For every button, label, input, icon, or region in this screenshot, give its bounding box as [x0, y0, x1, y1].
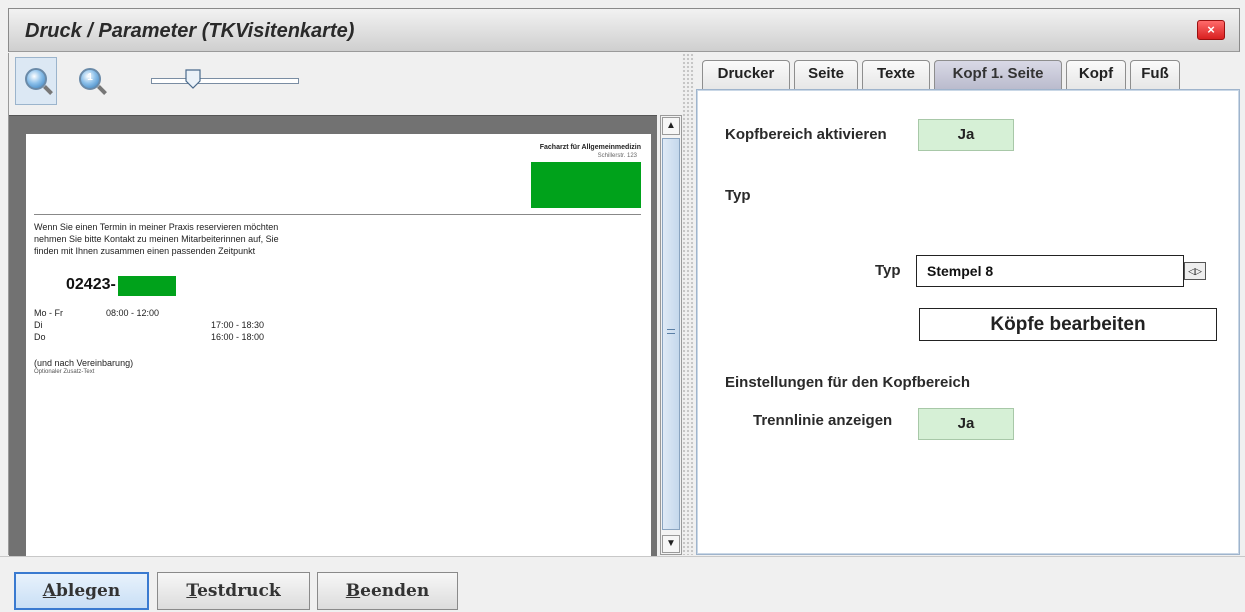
testdruck-label: estdruck [197, 581, 281, 601]
tab-panel-kopf-1-seite: Kopfbereich aktivieren Ja Typ Typ Stempe… [696, 89, 1240, 555]
tab-kopf-1-seite[interactable]: Kopf 1. Seite [934, 60, 1062, 90]
hours-row-pm: 17:00 - 18:30 [211, 320, 265, 330]
kopfbereich-toggle[interactable]: Ja [918, 119, 1014, 151]
preview-body-line: Wenn Sie einen Termin in meiner Praxis r… [34, 222, 279, 232]
preview-footer-small: Optionaler Zusatz-Text [34, 369, 95, 375]
typ-section-heading: Typ [725, 187, 751, 204]
preview-header-subtitle: Schillerstr. 123 [597, 153, 637, 159]
preview-footer-note: (und nach Vereinbarung) [34, 358, 134, 368]
trennlinie-toggle[interactable]: Ja [918, 408, 1014, 440]
tab-texte[interactable]: Texte [862, 60, 930, 90]
tab-seite[interactable]: Seite [794, 60, 858, 90]
trennlinie-label: Trennlinie anzeigen [753, 412, 893, 429]
phone-placeholder [118, 276, 176, 296]
zoom-100-glyph: 1 [87, 72, 93, 83]
split-pane-divider[interactable] [682, 53, 694, 555]
einstellungen-heading: Einstellungen für den Kopfbereich [725, 374, 971, 391]
preview-body-line: finden mit Ihnen zusammen einen passende… [34, 246, 256, 256]
tab-fuss[interactable]: Fuß [1130, 60, 1180, 90]
hours-row-day: Mo - Fr [34, 308, 63, 318]
zoom-slider-track[interactable] [151, 78, 299, 84]
scroll-thumb[interactable] [662, 138, 680, 530]
typ-field[interactable]: Stempel 8 [916, 255, 1184, 287]
header-rule [34, 214, 641, 215]
preview-header-title: Facharzt für Allgemeinmedizin [539, 144, 641, 151]
logo-placeholder [531, 162, 641, 208]
zoom-slider-thumb[interactable] [185, 69, 201, 89]
close-button[interactable]: × [1197, 20, 1225, 40]
ablegen-label: blegen [55, 581, 121, 601]
preview-pane: 1 Facharzt für Allgemeinmedizin Schiller… [8, 53, 682, 557]
zoom-100-button[interactable]: 1 [69, 57, 111, 105]
window-title: Druck / Parameter (TKVisitenkarte) [25, 20, 355, 42]
title-bar[interactable]: Druck / Parameter (TKVisitenkarte) × [8, 8, 1240, 52]
scroll-up-button[interactable]: ▲ [662, 117, 680, 135]
preview-phone: 02423- [66, 276, 116, 293]
hours-row-day: Di [34, 320, 43, 330]
kopfbereich-label: Kopfbereich aktivieren [725, 126, 887, 143]
testdruck-mnemonic: T [186, 581, 198, 601]
preview-scrollbar[interactable]: ▲ ▼ [660, 115, 682, 555]
tab-kopf[interactable]: Kopf [1066, 60, 1126, 90]
hours-row-pm: 16:00 - 18:00 [211, 332, 265, 342]
typ-spinner-icon[interactable]: ◁▷ [1184, 262, 1206, 280]
button-bar: Ablegen Testdruck Beenden [0, 556, 1245, 612]
koepfe-bearbeiten-button[interactable]: Köpfe bearbeiten [919, 308, 1217, 341]
preview-page: Facharzt für Allgemeinmedizin Schillerst… [26, 134, 651, 557]
preview-body-line: nehmen Sie bitte Kontakt zu meinen Mitar… [34, 234, 279, 244]
settings-pane: Drucker Seite Texte Kopf 1. Seite Kopf F… [694, 53, 1240, 555]
beenden-button[interactable]: Beenden [317, 572, 458, 610]
beenden-label: eenden [360, 581, 430, 601]
hours-row-am: 08:00 - 12:00 [106, 308, 160, 318]
scroll-down-button[interactable]: ▼ [662, 535, 680, 553]
print-parameter-dialog: Druck / Parameter (TKVisitenkarte) × 1 F… [0, 0, 1245, 612]
typ-label: Typ [875, 262, 901, 279]
zoom-fit-button[interactable] [15, 57, 57, 105]
hours-row-day: Do [34, 332, 46, 342]
beenden-mnemonic: B [345, 581, 361, 601]
ablegen-mnemonic: A [42, 581, 56, 601]
print-preview-area: Facharzt für Allgemeinmedizin Schillerst… [9, 115, 657, 557]
testdruck-button[interactable]: Testdruck [157, 572, 310, 610]
ablegen-button[interactable]: Ablegen [14, 572, 149, 610]
tab-drucker[interactable]: Drucker [702, 60, 790, 90]
